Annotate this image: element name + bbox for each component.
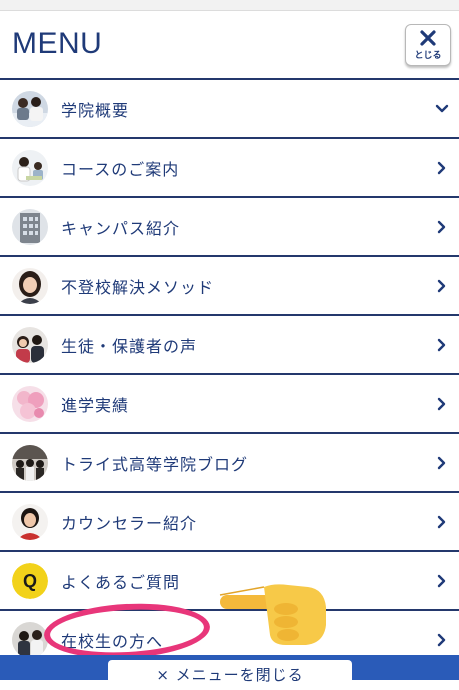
courses-thumbnail: [12, 150, 48, 186]
faq-badge: Q: [12, 563, 48, 599]
counselors-thumbnail: [12, 504, 48, 540]
menu-item-label: コースのご案内: [61, 159, 180, 179]
pointing-hand-icon: [219, 584, 326, 645]
campus-thumbnail: [12, 209, 48, 245]
chevron-right-icon: [437, 338, 446, 351]
menu-item-label: トライ式高等学院ブログ: [61, 454, 249, 474]
menu-item-label: よくあるご質問: [61, 572, 181, 592]
menu-title: MENU: [12, 27, 103, 60]
menu-item-label: 学院概要: [61, 100, 130, 120]
menu-item-voices[interactable]: 生徒・保護者の声: [0, 314, 459, 373]
chevron-right-icon: [437, 279, 446, 292]
chevron-right-icon: [437, 574, 446, 587]
menu-item-label: カウンセラー紹介: [61, 513, 198, 533]
close-button-label: とじる: [414, 51, 442, 61]
blog-thumbnail: [12, 445, 48, 481]
chevron-down-icon: [435, 104, 449, 112]
chevron-right-icon: [437, 456, 446, 469]
menu-item-label: 生徒・保護者の声: [61, 336, 198, 356]
top-bar: [0, 0, 459, 11]
menu-item-label: キャンパス紹介: [61, 218, 181, 238]
results-thumbnail: [12, 386, 48, 422]
chevron-right-icon: [437, 515, 446, 528]
close-icon: [420, 30, 436, 46]
current-students-thumbnail: [12, 622, 48, 658]
chevron-right-icon: [437, 161, 446, 174]
menu-item-blog[interactable]: トライ式高等学院ブログ: [0, 432, 459, 491]
menu-item-counselors[interactable]: カウンセラー紹介: [0, 491, 459, 550]
chevron-right-icon: [437, 397, 446, 410]
menu-item-campus[interactable]: キャンパス紹介: [0, 196, 459, 255]
menu-item-courses[interactable]: コースのご案内: [0, 137, 459, 196]
menu-item-results[interactable]: 進学実績: [0, 373, 459, 432]
chevron-right-icon: [437, 220, 446, 233]
voices-thumbnail: [12, 327, 48, 363]
close-button[interactable]: とじる: [405, 24, 451, 66]
menu-item-label: 不登校解決メソッド: [61, 277, 215, 297]
menu-item-label: 進学実績: [61, 395, 130, 415]
close-menu-button[interactable]: × メニューを閉じる: [108, 660, 352, 690]
question-icon: Q: [12, 563, 48, 599]
school-overview-thumbnail: [12, 91, 48, 127]
chevron-right-icon: [437, 633, 446, 647]
method-thumbnail: [12, 268, 48, 304]
menu-item-school-overview[interactable]: 学院概要: [0, 78, 459, 137]
menu-header: MENU とじる: [0, 11, 459, 78]
menu-item-method[interactable]: 不登校解決メソッド: [0, 255, 459, 314]
